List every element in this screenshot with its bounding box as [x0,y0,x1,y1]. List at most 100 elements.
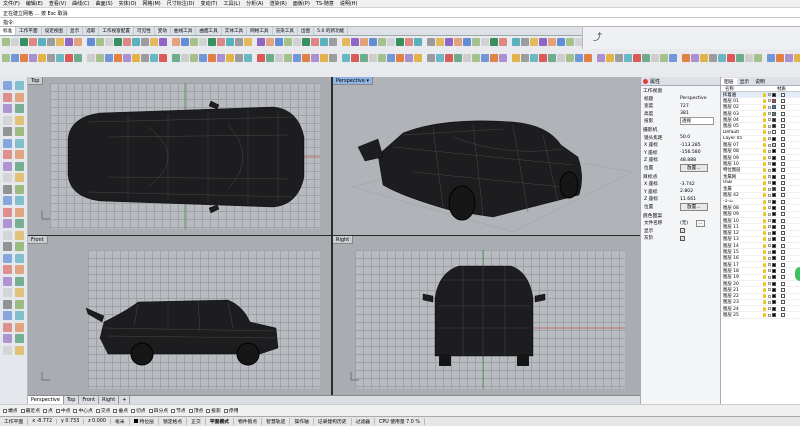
layer-material-swatch[interactable] [781,98,785,103]
layer-color-swatch[interactable] [772,193,776,198]
status-history[interactable]: 记录建构历史 [314,418,352,425]
left-tool-icon[interactable] [15,253,24,263]
toolbar-tool-icon[interactable] [754,54,762,62]
layer-lock-icon[interactable] [768,282,771,286]
layer-visibility-icon[interactable] [763,287,766,292]
layer-visibility-icon[interactable] [763,155,766,160]
status-layer[interactable]: 特位层 [130,418,159,425]
toolbar-tool-icon[interactable] [320,38,328,46]
layer-color-swatch[interactable] [772,243,776,248]
toolbar-tool-icon[interactable] [96,54,104,62]
toolbar-tool-icon[interactable] [38,38,46,46]
layer-visibility-icon[interactable] [763,231,766,236]
layer-color-swatch[interactable] [772,224,776,229]
layer-lock-icon[interactable] [768,143,771,147]
tab-9[interactable]: 曲面工具 [196,27,222,35]
layer-lock-icon[interactable] [768,118,771,122]
osnap-checkbox[interactable] [188,408,193,413]
osnap-checkbox[interactable] [206,408,211,413]
menu-item[interactable]: 曲线(C) [69,0,92,7]
layer-name[interactable]: 图层 07 [723,142,761,148]
toolbar-tool-icon[interactable] [387,54,395,62]
left-tool-icon[interactable] [15,104,24,113]
layer-visibility-icon[interactable] [763,187,766,192]
prop-target-z-value[interactable]: 11.661 [680,197,696,202]
layer-color-swatch[interactable] [772,187,776,192]
layer-visibility-icon[interactable] [763,136,766,141]
layer-lock-icon[interactable] [768,269,771,273]
toolbar-tool-icon[interactable] [56,54,64,62]
layer-visibility-icon[interactable] [763,205,766,210]
toolbar-tool-icon[interactable] [481,54,489,62]
layer-name[interactable]: 图层 13 [723,236,761,242]
layer-name[interactable]: Default [723,130,761,135]
layer-color-swatch[interactable] [772,313,776,318]
layer-tab[interactable]: 图层 [721,77,737,85]
toolbar-tool-icon[interactable] [624,54,632,62]
toolbar-tool-icon[interactable] [548,54,556,62]
left-tool-icon[interactable] [15,219,24,228]
layer-visibility-icon[interactable] [763,243,766,248]
layer-material-swatch[interactable] [781,281,785,286]
layer-material-swatch[interactable] [781,155,785,160]
toolbar-tool-icon[interactable] [275,54,283,62]
osnap-5[interactable]: 交点 [95,407,110,414]
toolbar-tool-icon[interactable] [481,38,489,46]
toolbar-tool-icon[interactable] [217,54,225,62]
toolbar-tool-icon[interactable] [257,38,265,46]
toolbar-tool-icon[interactable] [436,38,444,46]
layer-color-swatch[interactable] [772,256,776,261]
layer-name[interactable]: 图层 22 [723,293,761,299]
left-tool-icon[interactable] [3,276,12,286]
tab-0[interactable]: 标准 [0,27,17,35]
left-tool-icon[interactable] [15,265,24,274]
layer-color-swatch[interactable] [772,149,776,154]
osnap-1[interactable]: 最近点 [20,407,40,414]
left-tool-icon[interactable] [15,322,24,332]
toolbar-tool-icon[interactable] [776,54,784,62]
toolbar-tool-icon[interactable] [132,38,140,46]
toolbar-tool-icon[interactable] [226,38,234,46]
layer-material-swatch[interactable] [781,168,785,173]
layer-color-swatch[interactable] [772,180,776,185]
menu-item[interactable]: 曲面(S) [93,0,116,7]
layer-row[interactable]: 图层 25 [721,312,800,319]
osnap-6[interactable]: 垂点 [113,407,128,414]
toolbar-tool-icon[interactable] [293,54,301,62]
target-place-button[interactable]: 放置... [680,202,708,211]
prop-target-x-value[interactable]: -3.742 [680,182,695,187]
osnap-checkbox[interactable] [73,408,78,413]
layer-material-swatch[interactable] [781,174,785,179]
layer-lock-icon[interactable] [768,130,771,134]
left-tool-icon[interactable] [15,288,24,297]
prop-title-value[interactable]: Perspective [680,96,707,101]
layer-visibility-icon[interactable] [763,237,766,242]
left-tool-icon[interactable] [15,184,24,194]
layer-material-swatch[interactable] [781,231,785,236]
layer-name[interactable]: 图层 11 [723,224,761,230]
viewport-front[interactable]: Front [28,236,331,395]
layer-color-swatch[interactable] [772,168,776,173]
layer-lock-icon[interactable] [768,307,771,311]
layer-lock-icon[interactable] [768,263,771,267]
toolbar-tool-icon[interactable] [378,38,386,46]
prop-target-y-value[interactable]: 2.802 [680,189,693,194]
toolbar-tool-icon[interactable] [512,38,520,46]
grayscale-checkbox[interactable]: ✓ [680,235,685,241]
left-tool-icon[interactable] [15,334,24,343]
left-tool-icon[interactable] [3,196,12,205]
status-osnap[interactable]: 物件锁点 [234,418,263,425]
toolbar-tool-icon[interactable] [123,38,131,46]
properties-tab[interactable]: 属性 [650,78,660,85]
toolbar-tool-icon[interactable] [700,54,708,62]
layer-color-swatch[interactable] [772,199,776,204]
layer-lock-icon[interactable] [768,237,771,241]
prop-camera-z-value[interactable]: 48.888 [680,158,696,163]
viewport-top[interactable]: Top [28,77,331,235]
toolbar-tool-icon[interactable] [284,54,292,62]
layer-name[interactable]: -ٹ-1 [723,199,761,204]
left-tool-icon[interactable] [15,196,24,205]
layer-lock-icon[interactable] [768,294,771,298]
layer-color-swatch[interactable] [772,205,776,210]
layer-name[interactable]: 图层 25 [723,312,761,318]
